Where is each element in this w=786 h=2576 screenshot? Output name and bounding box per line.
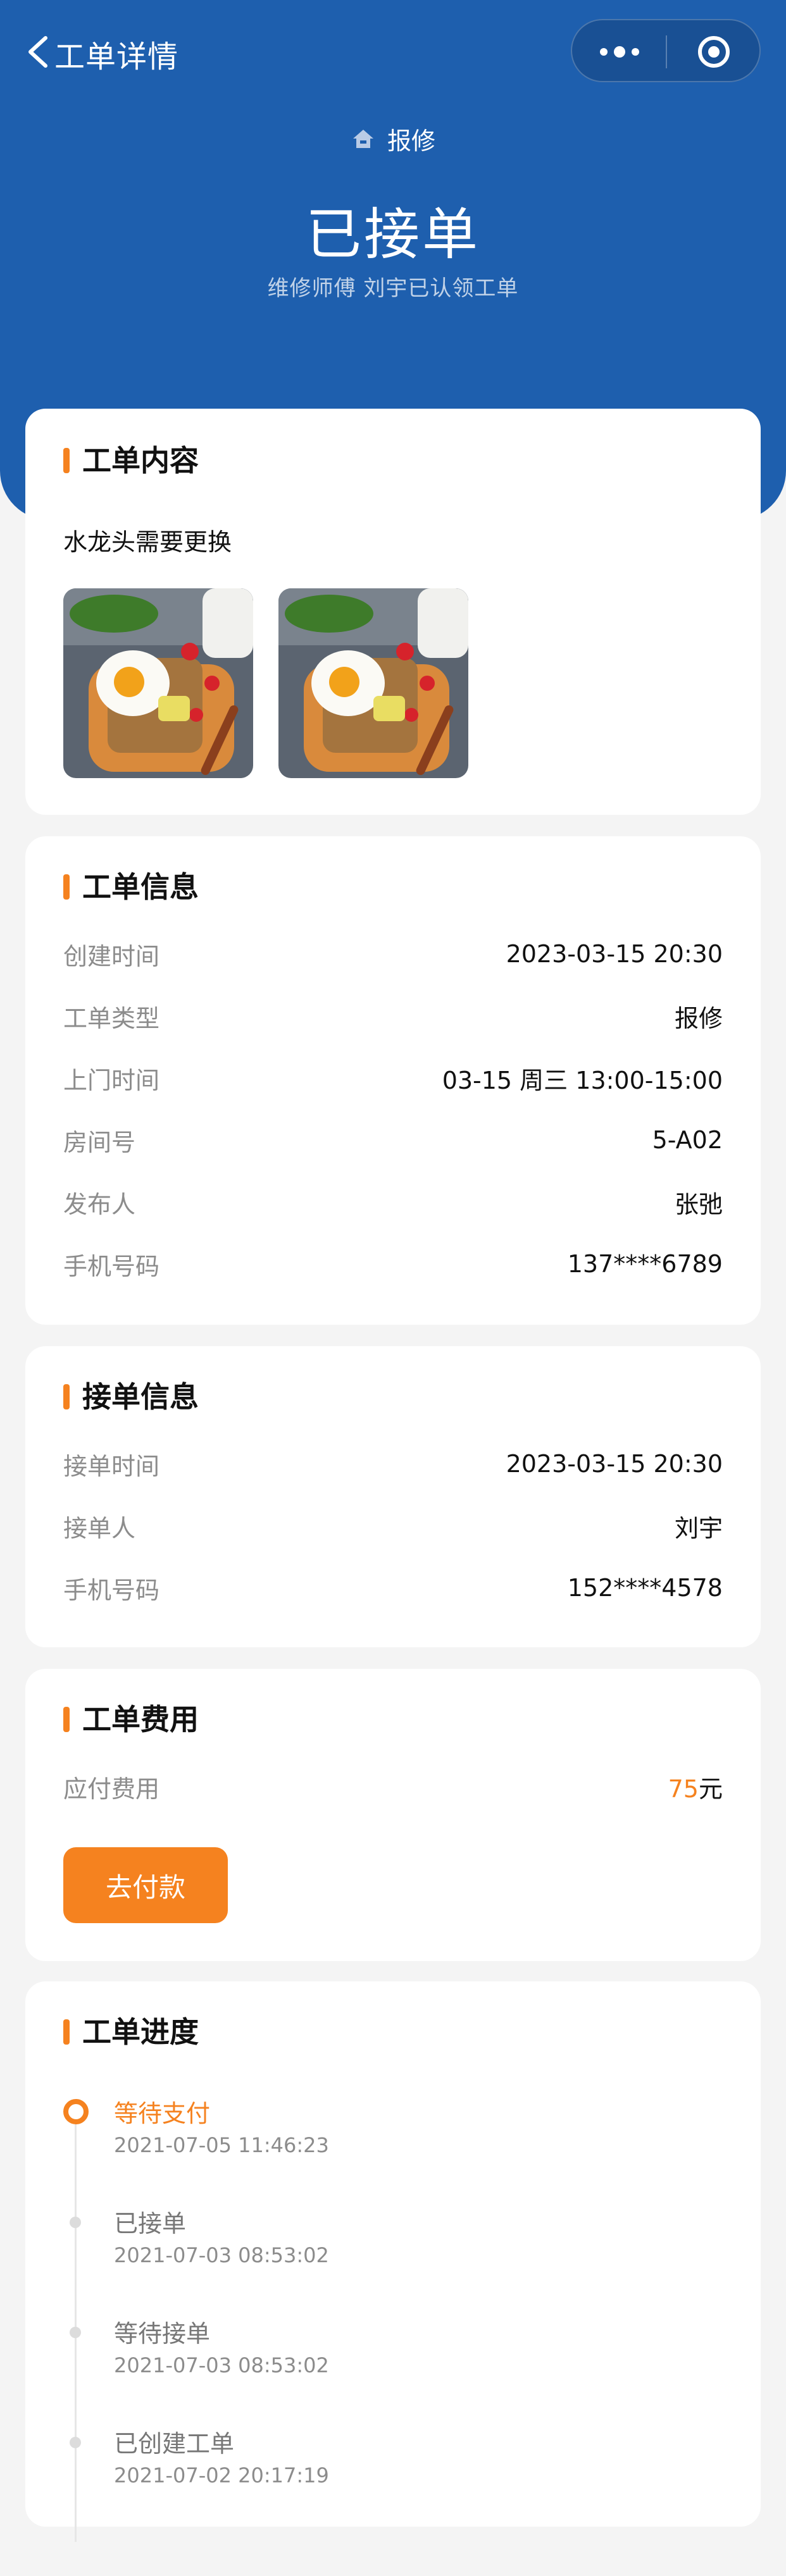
info-row: 接单时间 2023-03-15 20:30: [63, 1445, 723, 1483]
food-photo-icon: [63, 588, 253, 778]
fee-card: 工单费用 应付费用 75元 去付款: [25, 1669, 761, 1961]
order-status-subtitle: 维修师傅 刘宇已认领工单: [267, 276, 519, 301]
order-type-tag: 报修: [0, 121, 786, 156]
card-title: 工单内容: [63, 442, 199, 480]
info-row: 创建时间 2023-03-15 20:30: [63, 935, 723, 973]
timeline-step-title: 等待支付: [114, 2100, 211, 2127]
info-label: 发布人: [63, 1190, 136, 1218]
info-row: 手机号码 137****6789: [63, 1245, 723, 1283]
info-value: 03-15 周三 13:00-15:00: [442, 1066, 723, 1094]
info-value: 5-A02: [652, 1126, 723, 1154]
info-value: 张弛: [674, 1190, 723, 1218]
close-target-icon[interactable]: [696, 34, 732, 70]
order-status: 已接单: [305, 202, 480, 267]
info-row: 工单类型 报修: [63, 997, 723, 1035]
fee-amount: 75: [668, 1774, 699, 1803]
timeline-active-dot: [63, 2099, 89, 2124]
order-type-label: 报修: [387, 127, 435, 155]
info-label: 房间号: [63, 1128, 136, 1156]
fee-value: 75元: [668, 1769, 723, 1804]
info-label: 上门时间: [63, 1066, 160, 1094]
timeline-step: 等待支付 2021-07-05 11:46:23: [25, 2094, 761, 2183]
info-value: 2023-03-15 20:30: [506, 940, 723, 968]
timeline-step-time: 2021-07-02 20:17:19: [114, 2463, 329, 2487]
info-value: 报修: [674, 1004, 723, 1032]
timeline-step-title: 已接单: [114, 2210, 187, 2238]
info-value: 2023-03-15 20:30: [506, 1450, 723, 1478]
info-row: 上门时间 03-15 周三 13:00-15:00: [63, 1059, 723, 1097]
info-label: 工单类型: [63, 1004, 160, 1032]
timeline-step-title: 等待接单: [114, 2320, 211, 2348]
timeline-step: 已创建工单 2021-07-02 20:17:19: [25, 2424, 761, 2513]
info-label: 手机号码: [63, 1252, 160, 1280]
info-row: 手机号码 152****4578: [63, 1569, 723, 1607]
capsule-divider: [666, 35, 667, 68]
info-row: 房间号 5-A02: [63, 1121, 723, 1159]
info-label: 手机号码: [63, 1576, 160, 1604]
info-label: 创建时间: [63, 942, 160, 970]
order-image-2[interactable]: [278, 588, 468, 778]
home-repair-icon: [352, 129, 373, 148]
more-icon[interactable]: [597, 38, 642, 66]
fee-unit: 元: [698, 1774, 723, 1803]
fee-row: 应付费用 75元: [63, 1768, 723, 1805]
accept-info-card: 接单信息 接单时间 2023-03-15 20:30 接单人 刘宇 手机号码 1…: [25, 1346, 761, 1647]
mini-program-capsule: [571, 19, 761, 82]
info-row: 发布人 张弛: [63, 1183, 723, 1221]
info-value[interactable]: 152****4578: [568, 1574, 723, 1602]
timeline-step-time: 2021-07-03 08:53:02: [114, 2243, 329, 2267]
order-description: 水龙头需要更换: [63, 528, 232, 556]
info-value: 刘宇: [674, 1514, 723, 1542]
info-value[interactable]: 137****6789: [568, 1250, 723, 1278]
order-image-1[interactable]: [63, 588, 253, 778]
info-label: 接单时间: [63, 1452, 160, 1480]
navigation-bar: 工单详情: [0, 0, 786, 101]
fee-label: 应付费用: [63, 1774, 160, 1803]
pay-button[interactable]: 去付款: [63, 1847, 228, 1923]
card-title: 工单进度: [63, 2013, 199, 2051]
timeline-step-time: 2021-07-03 08:53:02: [114, 2353, 329, 2377]
progress-card: 工单进度 等待支付 2021-07-05 11:46:23 已接单 2021-0…: [25, 1981, 761, 2542]
card-title: 工单信息: [63, 868, 199, 906]
timeline-step: 等待接单 2021-07-03 08:53:02: [25, 2314, 761, 2403]
info-row: 接单人 刘宇: [63, 1507, 723, 1545]
page-title: 工单详情: [54, 39, 179, 75]
timeline-dot: [70, 2437, 81, 2448]
timeline-step: 已接单 2021-07-03 08:53:02: [25, 2204, 761, 2293]
info-label: 接单人: [63, 1514, 136, 1542]
timeline-dot: [70, 2217, 81, 2228]
food-photo-icon: [278, 588, 468, 778]
card-title: 工单费用: [63, 1700, 199, 1738]
order-info-card: 工单信息 创建时间 2023-03-15 20:30 工单类型 报修 上门时间 …: [25, 836, 761, 1325]
timeline-step-title: 已创建工单: [114, 2430, 235, 2458]
card-title: 接单信息: [63, 1378, 199, 1416]
timeline-step-time: 2021-07-05 11:46:23: [114, 2133, 329, 2157]
content-card: 工单内容 水龙头需要更换: [25, 409, 761, 815]
timeline-dot: [70, 2327, 81, 2338]
back-arrow-icon[interactable]: [24, 34, 54, 70]
